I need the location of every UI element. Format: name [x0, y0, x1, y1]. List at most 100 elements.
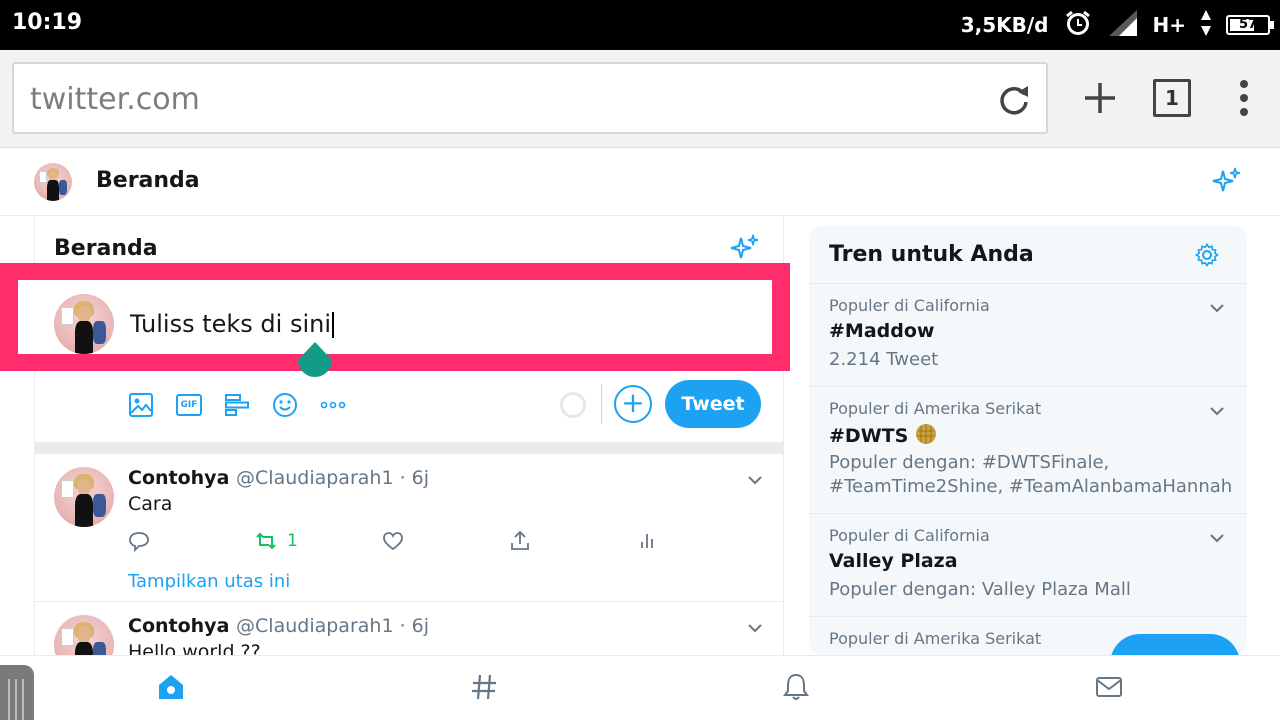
reload-icon[interactable]	[996, 82, 1032, 118]
alarm-icon	[1063, 8, 1093, 43]
analytics-icon	[641, 534, 653, 548]
sparkle-icon[interactable]	[1211, 165, 1243, 197]
tweet-avatar[interactable]	[54, 615, 114, 655]
trend-item[interactable]: Populer di California Valley Plaza Popul…	[809, 513, 1247, 616]
side-handle	[0, 665, 34, 720]
chevron-down-icon[interactable]	[1209, 403, 1225, 419]
poll-icon	[225, 394, 249, 416]
trend-name-text: #DWTS	[829, 425, 909, 447]
trend-name[interactable]: Valley Plaza	[829, 550, 958, 572]
status-icons: 3,5KB/d H+ 57	[960, 8, 1274, 43]
chevron-down-icon[interactable]	[747, 620, 763, 636]
profile-avatar[interactable]	[34, 163, 72, 201]
tweet-button[interactable]: Tweet	[665, 380, 761, 428]
tab-switcher-button[interactable]: 1	[1144, 70, 1200, 126]
more-options-button[interactable]	[320, 392, 346, 418]
add-tweet-button[interactable]: +	[614, 385, 652, 423]
status-bar: 10:19 3,5KB/d H+ 57	[0, 0, 1280, 50]
trend-context: Populer di Amerika Serikat	[829, 399, 1042, 418]
header-title: Beranda	[96, 168, 200, 193]
trend-name[interactable]: #DWTS	[829, 423, 937, 447]
emoji-icon	[273, 393, 297, 417]
tweet-text: Hello world ??	[128, 641, 261, 655]
trends-panel: Tren untuk Anda Populer di California #M…	[809, 226, 1247, 656]
chevron-down-icon[interactable]	[747, 472, 763, 488]
status-time: 10:19	[12, 10, 83, 35]
url-text[interactable]: twitter.com	[30, 82, 200, 117]
network-type: H+	[1152, 13, 1187, 37]
trend-item[interactable]: Populer di California #Maddow 2.214 Twee…	[809, 283, 1247, 386]
trend-meta: Populer dengan: Valley Plaza Mall	[829, 579, 1131, 600]
battery-level: 57	[1238, 17, 1258, 32]
tweet-avatar[interactable]	[54, 467, 114, 527]
chevron-down-icon[interactable]	[1209, 300, 1225, 316]
mirror-ball-icon	[915, 424, 936, 444]
trend-meta: 2.214 Tweet	[829, 349, 939, 370]
tweet-item[interactable]: Contohya @Claudiaparah1 · 6j Cara 1 Tamp…	[35, 454, 783, 602]
tweet-text: Cara	[128, 493, 173, 515]
trend-name[interactable]: #Maddow	[829, 320, 934, 342]
retweet-icon	[256, 532, 276, 550]
compose-toolbar: GIF	[128, 388, 368, 422]
retweet-count: 1	[287, 531, 298, 551]
address-bar[interactable]: twitter.com	[12, 62, 1048, 134]
trend-context: Populer di Amerika Serikat	[829, 629, 1042, 648]
more-vertical-icon	[1240, 80, 1248, 116]
compose-avatar	[54, 294, 114, 354]
character-count-ring	[560, 392, 586, 418]
explore-hashtag-icon[interactable]	[469, 672, 499, 702]
chevron-down-icon[interactable]	[1209, 530, 1225, 546]
heart-icon	[383, 532, 403, 551]
show-thread-link[interactable]: Tampilkan utas ini	[128, 571, 290, 592]
retweet-button[interactable]: 1	[255, 530, 382, 552]
add-icon: +	[621, 386, 645, 419]
top-tweets-sparkle-icon[interactable]	[729, 232, 761, 264]
author-name[interactable]: Contohya	[128, 467, 229, 489]
trend-meta: Populer dengan: #DWTSFinale, #TeamTime2S…	[829, 452, 1233, 497]
share-button[interactable]	[509, 530, 636, 552]
browser-toolbar: twitter.com 1	[0, 50, 1280, 148]
new-tab-button[interactable]	[1072, 70, 1128, 126]
messages-envelope-icon[interactable]	[1094, 672, 1124, 702]
share-icon	[511, 530, 529, 550]
text-cursor-handle[interactable]	[296, 340, 334, 388]
section-divider	[35, 442, 783, 454]
timeline-title: Beranda	[54, 236, 158, 261]
author-name[interactable]: Contohya	[128, 615, 229, 637]
author-handle[interactable]: @Claudiaparah1 · 6j	[236, 615, 429, 637]
tweet-item[interactable]: Contohya @Claudiaparah1 · 6j Hello world…	[35, 603, 783, 655]
reply-button[interactable]	[128, 530, 255, 552]
emoji-button[interactable]	[272, 392, 298, 418]
media-button[interactable]	[128, 392, 154, 418]
browser-menu-button[interactable]	[1216, 70, 1272, 126]
gif-button[interactable]: GIF	[176, 392, 202, 418]
home-icon[interactable]	[156, 672, 186, 702]
trend-context: Populer di California	[829, 296, 990, 315]
tab-count: 1	[1153, 79, 1191, 117]
reply-icon	[129, 532, 149, 552]
image-icon	[129, 393, 153, 417]
tweet-author[interactable]: Contohya @Claudiaparah1 · 6j	[128, 615, 429, 637]
plus-icon	[1085, 83, 1115, 113]
toolbar-divider	[601, 384, 602, 424]
poll-button[interactable]	[224, 392, 250, 418]
compose-input-text: Tuliss teks di sini	[130, 310, 331, 338]
data-arrows-icon	[1200, 8, 1212, 43]
net-speed: 3,5KB/d	[960, 13, 1049, 37]
compose-input[interactable]: Tuliss teks di sini	[130, 310, 334, 338]
tweet-actions: 1	[128, 530, 763, 552]
bottom-navigation	[0, 655, 1280, 720]
tweet-author[interactable]: Contohya @Claudiaparah1 · 6j	[128, 467, 429, 489]
notifications-bell-icon[interactable]	[781, 672, 811, 702]
settings-gear-icon[interactable]	[1195, 243, 1219, 267]
author-handle[interactable]: @Claudiaparah1 · 6j	[236, 467, 429, 489]
more-horizontal-icon	[320, 401, 346, 409]
signal-icon	[1107, 8, 1139, 43]
gif-icon: GIF	[176, 394, 202, 416]
battery-icon: 57	[1226, 15, 1274, 35]
analytics-button[interactable]	[636, 530, 763, 552]
like-button[interactable]	[382, 530, 509, 552]
trend-item[interactable]: Populer di Amerika Serikat #DWTS Populer…	[809, 386, 1247, 513]
app-header: Beranda	[0, 148, 1280, 216]
trends-title: Tren untuk Anda	[829, 242, 1034, 267]
